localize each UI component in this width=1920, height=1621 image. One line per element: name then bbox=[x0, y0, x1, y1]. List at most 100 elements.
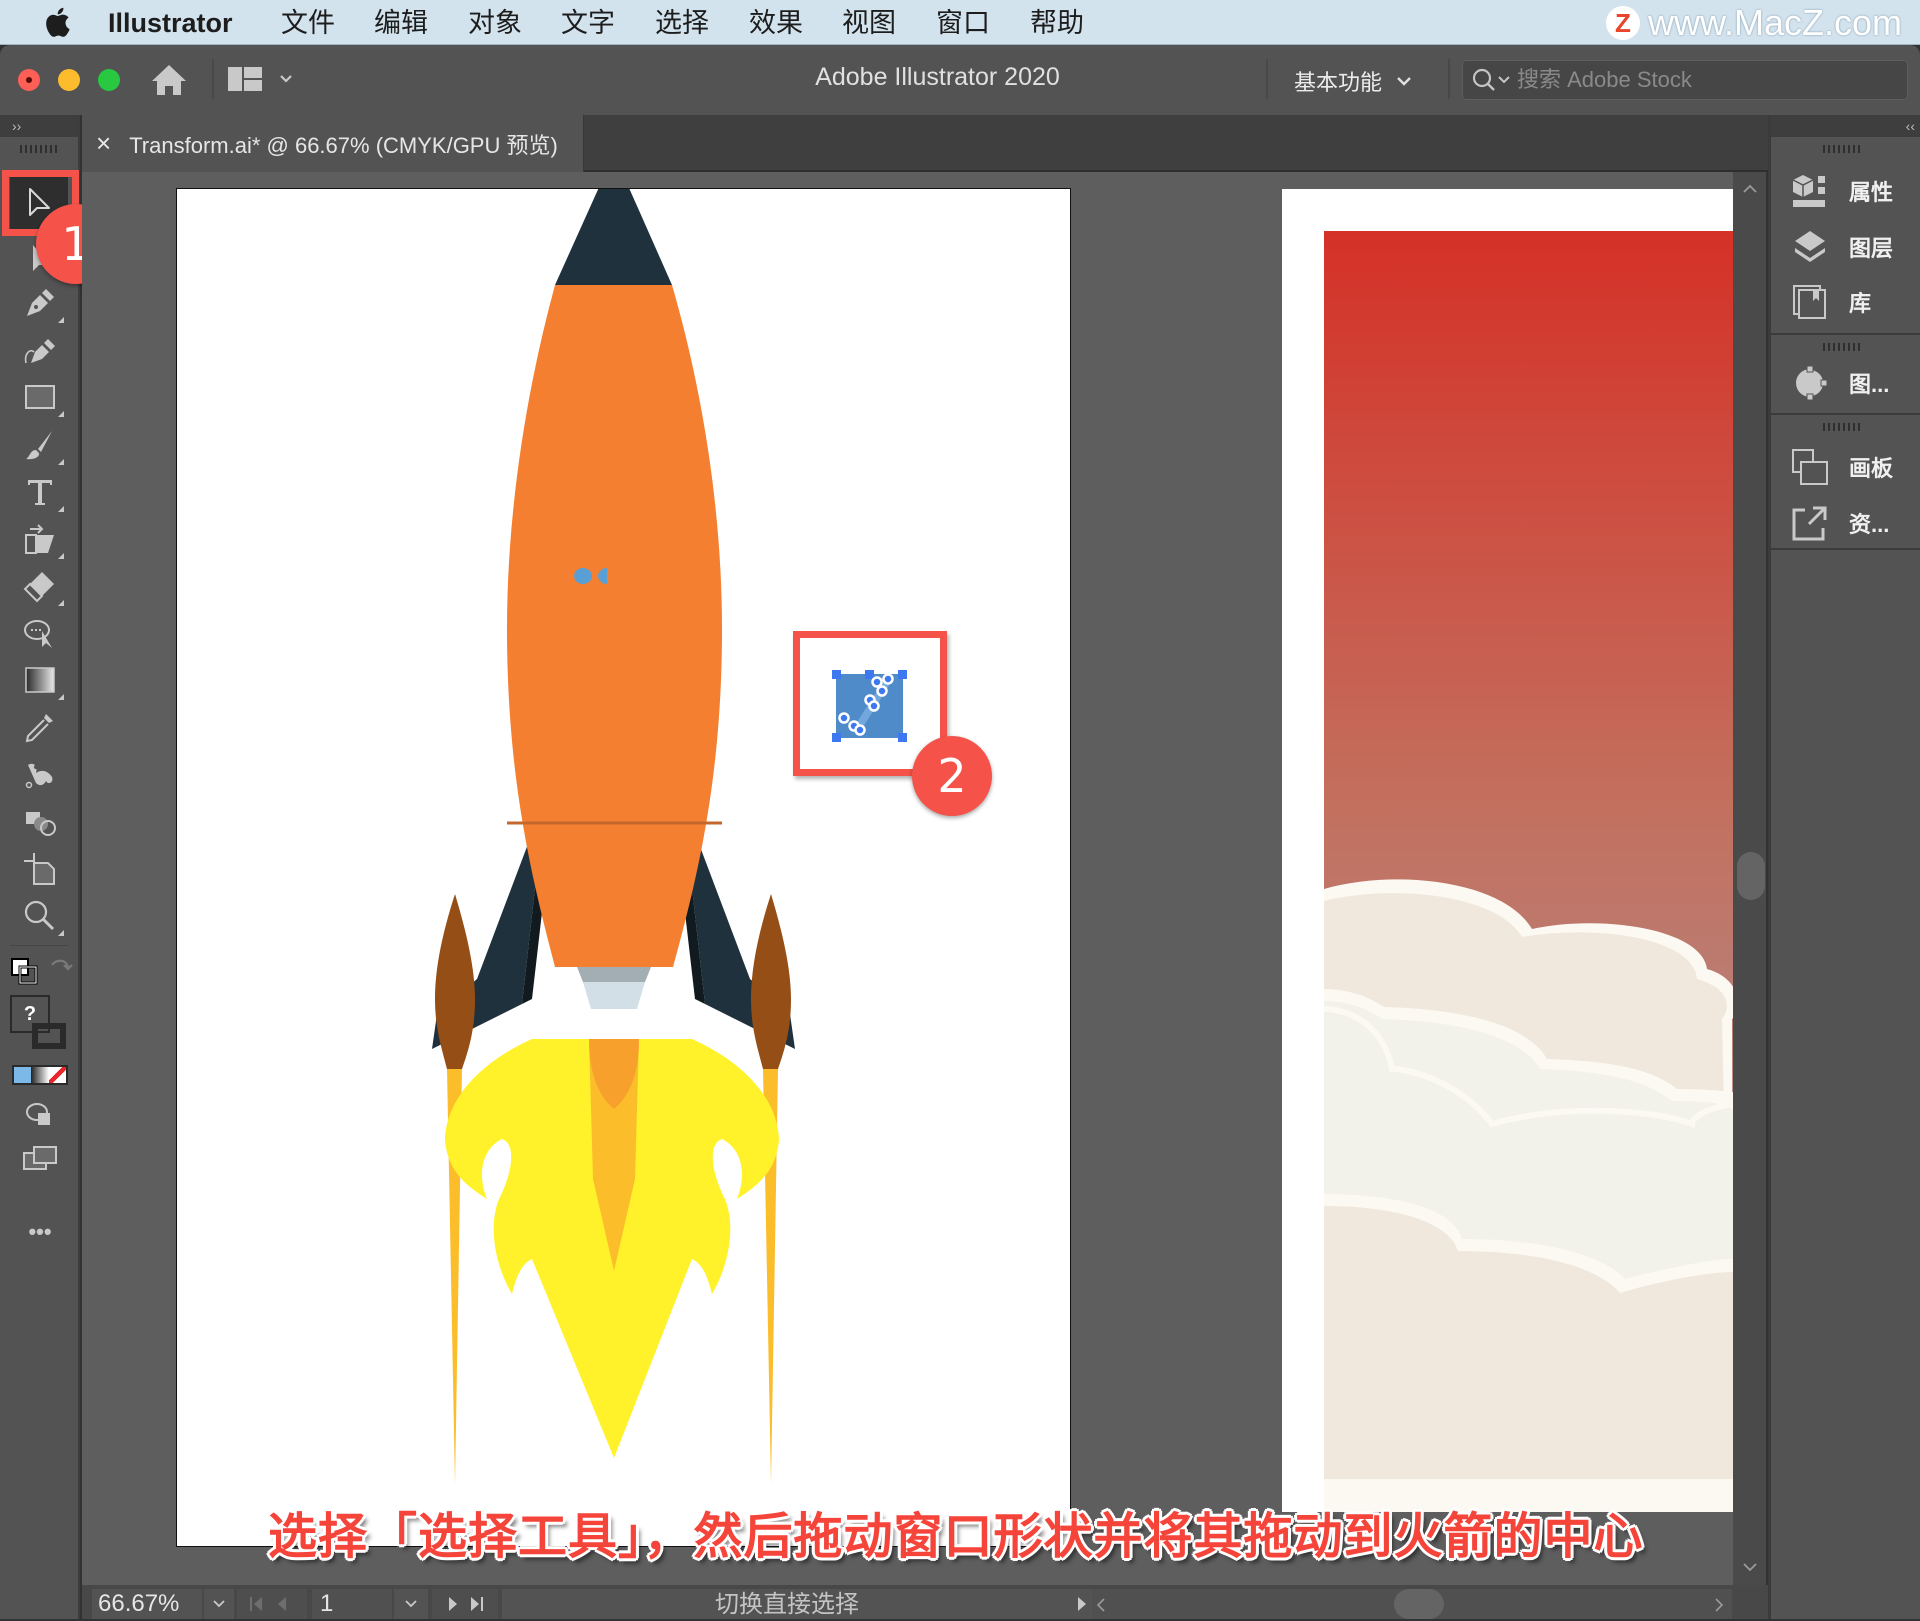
next-last-artboard-icon[interactable] bbox=[435, 1594, 495, 1614]
eyedropper-tool[interactable] bbox=[18, 707, 62, 747]
scroll-up-icon[interactable] bbox=[1742, 184, 1758, 194]
panel-grip[interactable] bbox=[20, 145, 58, 153]
gradient-tool[interactable] bbox=[18, 660, 64, 700]
free-transform-tool[interactable] bbox=[18, 519, 64, 559]
rocket-body bbox=[507, 285, 722, 967]
screen-mode-button[interactable] bbox=[18, 1139, 62, 1179]
screen-mode-icon bbox=[23, 1146, 57, 1170]
paintbrush-tool[interactable] bbox=[18, 425, 64, 465]
artboard-number-field[interactable]: 1 bbox=[312, 1589, 392, 1619]
chevron-down-icon bbox=[1397, 77, 1411, 86]
panel-properties[interactable]: 属性 bbox=[1791, 169, 1893, 213]
artboards-icon bbox=[1792, 449, 1828, 485]
panel-grip[interactable] bbox=[1823, 423, 1861, 431]
tutorial-caption: 选择「选择工具」，然后拖动窗口形状并将其拖动到火箭的中心 bbox=[268, 1508, 1644, 1565]
separator bbox=[1448, 59, 1450, 99]
menu-type[interactable]: 文字 bbox=[561, 6, 615, 40]
artboard-tool[interactable] bbox=[18, 849, 62, 889]
panel-layers[interactable]: 图层 bbox=[1791, 225, 1893, 269]
artboard-icon bbox=[24, 853, 55, 885]
panel-recolor[interactable]: 图... bbox=[1791, 361, 1889, 405]
menu-object[interactable]: 对象 bbox=[468, 6, 522, 40]
pen-tool[interactable] bbox=[18, 283, 64, 323]
scroll-left-icon[interactable] bbox=[1096, 1597, 1106, 1613]
apple-logo-icon[interactable] bbox=[44, 6, 70, 38]
menu-select[interactable]: 选择 bbox=[655, 6, 709, 40]
panel-artboards[interactable]: 画板 bbox=[1791, 445, 1893, 489]
menu-file[interactable]: 文件 bbox=[281, 6, 335, 40]
puppet-warp-tool[interactable] bbox=[18, 755, 62, 795]
swap-fill-stroke-button[interactable] bbox=[48, 957, 74, 983]
scroll-down-icon[interactable] bbox=[1742, 1562, 1758, 1572]
panel-layers-label: 图层 bbox=[1849, 236, 1894, 261]
search-icon[interactable] bbox=[1471, 67, 1513, 93]
puppet-warp-icon bbox=[25, 763, 53, 789]
zoom-tool[interactable] bbox=[18, 896, 64, 936]
status-bar: 66.67% 1 切换直接选择 bbox=[82, 1585, 1768, 1619]
panel-grip[interactable] bbox=[1823, 343, 1861, 351]
fill-stroke-swatches[interactable]: ? bbox=[10, 995, 68, 1053]
horizontal-scrollbar[interactable] bbox=[1092, 1589, 1732, 1619]
shape-builder-tool[interactable] bbox=[18, 802, 62, 842]
submenu-indicator bbox=[58, 411, 64, 417]
close-tab-icon[interactable]: × bbox=[96, 128, 111, 159]
triangle-right-icon bbox=[1078, 1597, 1086, 1611]
menu-help[interactable]: 帮助 bbox=[1030, 6, 1084, 40]
horizontal-scroll-thumb[interactable] bbox=[1394, 1589, 1444, 1619]
eraser-tool[interactable] bbox=[18, 566, 64, 606]
adobe-stock-search[interactable] bbox=[1462, 60, 1908, 100]
vertical-scrollbar[interactable] bbox=[1733, 172, 1766, 1585]
vertical-scroll-thumb[interactable] bbox=[1737, 852, 1765, 900]
curvature-tool[interactable] bbox=[18, 330, 62, 370]
watermark-text: www.MacZ.com bbox=[1647, 2, 1902, 43]
toolbar-collapse-button[interactable]: ›› bbox=[0, 115, 78, 137]
nozzle-bottom bbox=[583, 982, 645, 1009]
gradient-icon bbox=[25, 667, 55, 693]
submenu-indicator bbox=[58, 553, 64, 559]
menu-edit[interactable]: 编辑 bbox=[374, 6, 428, 40]
default-fill-stroke-button[interactable] bbox=[10, 957, 38, 985]
artboard-rocket[interactable] bbox=[177, 172, 1070, 1546]
menu-app-name[interactable]: Illustrator bbox=[108, 6, 233, 40]
panel-collapse-button[interactable]: ‹‹ bbox=[1771, 115, 1920, 137]
first-prev-artboard-icon[interactable] bbox=[242, 1594, 302, 1614]
scroll-right-icon[interactable] bbox=[1714, 1597, 1724, 1613]
macos-menu-bar: Illustrator 文件 编辑 对象 文字 选择 效果 视图 窗口 帮助 Z… bbox=[0, 0, 1920, 45]
menu-window[interactable]: 窗口 bbox=[936, 6, 990, 40]
gradient-button[interactable] bbox=[31, 1067, 49, 1083]
document-tab[interactable]: × Transform.ai* @ 66.67% (CMYK/GPU 预览) bbox=[82, 115, 584, 172]
submenu-indicator bbox=[58, 600, 64, 606]
rectangle-tool[interactable] bbox=[18, 377, 64, 417]
submenu-indicator bbox=[58, 506, 64, 512]
libraries-icon bbox=[1793, 285, 1826, 319]
rectangle-icon bbox=[25, 385, 55, 409]
magnifier-icon bbox=[24, 900, 55, 931]
lasso-tool[interactable] bbox=[18, 613, 62, 653]
artboard-sky[interactable] bbox=[1282, 189, 1733, 1512]
artboard-dropdown[interactable] bbox=[394, 1589, 428, 1619]
submenu-indicator bbox=[58, 459, 64, 465]
menu-view[interactable]: 视图 bbox=[842, 6, 896, 40]
color-button[interactable] bbox=[14, 1067, 32, 1083]
edit-toolbar-button[interactable]: ••• bbox=[22, 1219, 58, 1244]
panel-asset-export[interactable]: 资... bbox=[1791, 501, 1889, 545]
rocket-illustration[interactable] bbox=[177, 172, 1070, 1546]
zoom-dropdown[interactable] bbox=[204, 1589, 234, 1619]
left-booster bbox=[435, 894, 475, 1069]
type-tool[interactable] bbox=[18, 472, 64, 512]
none-button[interactable] bbox=[48, 1067, 66, 1083]
eraser-icon bbox=[23, 572, 54, 603]
menu-effect[interactable]: 效果 bbox=[749, 6, 803, 40]
swap-arrows-icon bbox=[51, 959, 73, 971]
status-menu-button[interactable] bbox=[1072, 1589, 1092, 1619]
draw-mode-button[interactable] bbox=[18, 1095, 62, 1135]
canvas-area[interactable]: 选择「选择工具」，然后拖动窗口形状并将其拖动到火箭的中心 bbox=[82, 172, 1733, 1585]
watermark: Z www.MacZ.com bbox=[1605, 2, 1902, 43]
stroke-swatch[interactable] bbox=[32, 1023, 66, 1049]
nose-cone bbox=[555, 172, 672, 285]
workspace-switcher[interactable]: 基本功能 bbox=[1294, 65, 1412, 97]
panel-libraries[interactable]: 库 bbox=[1791, 280, 1871, 324]
zoom-level-field[interactable]: 66.67% bbox=[92, 1589, 202, 1619]
panel-grip[interactable] bbox=[1823, 145, 1861, 153]
stock-search-input[interactable] bbox=[1517, 67, 1897, 93]
